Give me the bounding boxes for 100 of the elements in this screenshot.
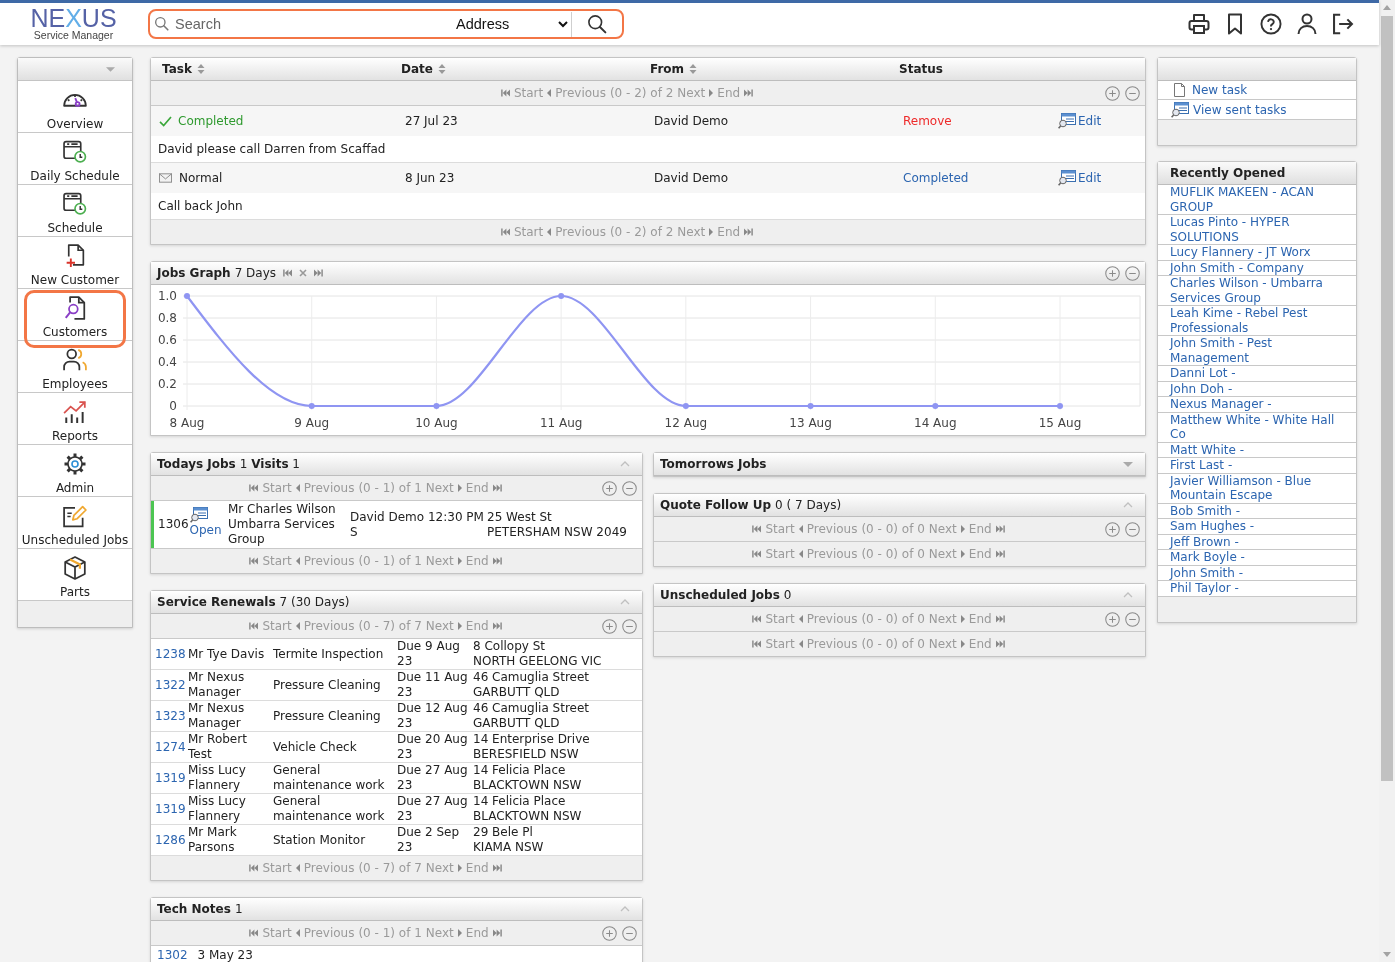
status-link[interactable]: Remove — [903, 114, 952, 128]
recent-item[interactable]: First Last - — [1158, 458, 1356, 474]
status-link[interactable]: Completed — [903, 171, 969, 185]
recent-item[interactable]: Bob Smith - — [1158, 503, 1356, 519]
job-number-link[interactable]: 1319 — [155, 770, 186, 785]
column-header[interactable]: From — [650, 62, 698, 76]
edit-link[interactable]: Edit — [1058, 170, 1102, 186]
recent-item[interactable]: John Smith - Pest Management — [1158, 336, 1356, 366]
chevron-up-icon[interactable] — [1123, 502, 1133, 508]
minus-circle-icon[interactable] — [622, 480, 637, 496]
first-page-icon[interactable] — [752, 615, 762, 623]
first-page-icon[interactable] — [249, 622, 259, 630]
recent-item[interactable]: John Smith - — [1158, 565, 1356, 581]
action-link[interactable]: New task — [1158, 81, 1356, 100]
first-page-icon[interactable] — [752, 550, 762, 558]
job-number-link[interactable]: 1319 — [155, 801, 186, 816]
next-arrow-icon[interactable] — [960, 640, 965, 648]
printer-icon[interactable] — [1188, 13, 1210, 35]
sidebar-item[interactable]: Admin — [18, 445, 132, 497]
recent-item[interactable]: Nexus Manager - — [1158, 397, 1356, 413]
minus-circle-icon[interactable] — [1125, 611, 1140, 627]
job-number-link[interactable]: 1322 — [155, 677, 186, 692]
minus-circle-icon[interactable] — [622, 618, 637, 634]
last-page-icon[interactable] — [744, 89, 754, 97]
last-page-icon[interactable] — [314, 269, 324, 277]
recent-item[interactable]: Lucy Flannery - JT Worx — [1158, 245, 1356, 261]
search-field[interactable]: Search — [175, 16, 444, 32]
previous-arrow-icon[interactable] — [798, 640, 803, 648]
sidebar-item[interactable]: Schedule — [18, 185, 132, 237]
recent-item[interactable]: Matt White - — [1158, 442, 1356, 458]
chevron-up-icon[interactable] — [620, 461, 630, 467]
job-number-link[interactable]: 1238 — [155, 646, 186, 661]
last-page-icon[interactable] — [492, 622, 502, 630]
recent-item[interactable]: Leah Kime - Rebel Pest Professionals — [1158, 306, 1356, 336]
next-arrow-icon[interactable] — [960, 525, 965, 533]
first-page-icon[interactable] — [752, 525, 762, 533]
last-page-icon[interactable] — [995, 525, 1005, 533]
previous-arrow-icon[interactable] — [798, 615, 803, 623]
recent-item[interactable]: Danni Lot - — [1158, 366, 1356, 382]
next-arrow-icon[interactable] — [457, 622, 462, 630]
next-arrow-icon[interactable] — [709, 89, 714, 97]
next-arrow-icon[interactable] — [457, 929, 462, 937]
sort-icon[interactable] — [437, 64, 446, 74]
next-arrow-icon[interactable] — [457, 864, 462, 872]
previous-arrow-icon[interactable] — [295, 864, 300, 872]
recent-item[interactable]: MUFLIK MAKEEN - ACAN GROUP — [1158, 185, 1356, 215]
minus-circle-icon[interactable] — [1125, 85, 1140, 101]
last-page-icon[interactable] — [492, 557, 502, 565]
recent-item[interactable]: Phil Taylor - — [1158, 581, 1356, 597]
plus-circle-icon[interactable] — [1105, 265, 1120, 281]
sidebar-item[interactable]: New Customer — [18, 237, 132, 289]
sidebar-item[interactable]: Unscheduled Jobs — [18, 497, 132, 549]
plus-circle-icon[interactable] — [1105, 85, 1120, 101]
chevron-up-icon[interactable] — [1123, 592, 1133, 598]
plus-circle-icon[interactable] — [602, 618, 617, 634]
column-header[interactable]: Task — [162, 62, 205, 76]
plus-circle-icon[interactable] — [602, 925, 617, 941]
document-magnifier-icon[interactable] — [189, 507, 208, 523]
caret-down-icon[interactable] — [106, 66, 115, 72]
caret-down-icon[interactable] — [1123, 461, 1133, 467]
first-page-icon[interactable] — [249, 484, 259, 492]
recent-item[interactable]: Lucas Pinto - HYPER SOLUTIONS — [1158, 215, 1356, 245]
recent-item[interactable]: Javier Williamson - Blue Mountain Escape — [1158, 473, 1356, 504]
recent-item[interactable]: Mark Boyle - — [1158, 550, 1356, 566]
first-page-icon[interactable] — [283, 269, 293, 277]
previous-arrow-icon[interactable] — [295, 557, 300, 565]
minus-circle-icon[interactable] — [1125, 521, 1140, 537]
first-page-icon[interactable] — [752, 640, 762, 648]
user-icon[interactable] — [1296, 13, 1318, 35]
help-icon[interactable] — [1260, 13, 1282, 35]
recent-item[interactable]: John Smith - Company — [1158, 260, 1356, 276]
chevron-up-icon[interactable] — [620, 906, 630, 912]
next-arrow-icon[interactable] — [960, 550, 965, 558]
edit-link[interactable]: Edit — [1058, 113, 1102, 129]
first-page-icon[interactable] — [500, 228, 510, 236]
last-page-icon[interactable] — [492, 929, 502, 937]
previous-arrow-icon[interactable] — [547, 89, 552, 97]
job-number-link[interactable]: 1286 — [155, 832, 186, 847]
first-page-icon[interactable] — [249, 557, 259, 565]
previous-arrow-icon[interactable] — [295, 929, 300, 937]
job-number-link[interactable]: 1274 — [155, 739, 186, 754]
last-page-icon[interactable] — [492, 864, 502, 872]
column-header[interactable]: Date — [401, 62, 446, 76]
last-page-icon[interactable] — [995, 615, 1005, 623]
last-page-icon[interactable] — [492, 484, 502, 492]
first-page-icon[interactable] — [500, 89, 510, 97]
recent-item[interactable]: John Doh - — [1158, 381, 1356, 397]
recent-item[interactable]: Jeff Brown - — [1158, 534, 1356, 550]
search-bar[interactable]: Search Address — [148, 9, 624, 39]
cross-icon[interactable] — [299, 269, 308, 277]
next-arrow-icon[interactable] — [709, 228, 714, 236]
job-number-link[interactable]: 1302 — [157, 948, 188, 962]
first-page-icon[interactable] — [249, 864, 259, 872]
last-page-icon[interactable] — [744, 228, 754, 236]
sort-icon[interactable] — [196, 64, 205, 74]
logout-icon[interactable] — [1332, 13, 1354, 35]
status-link[interactable]: Open — [189, 523, 222, 538]
recent-item[interactable]: Sam Hughes - — [1158, 519, 1356, 535]
minus-circle-icon[interactable] — [622, 925, 637, 941]
previous-arrow-icon[interactable] — [798, 525, 803, 533]
